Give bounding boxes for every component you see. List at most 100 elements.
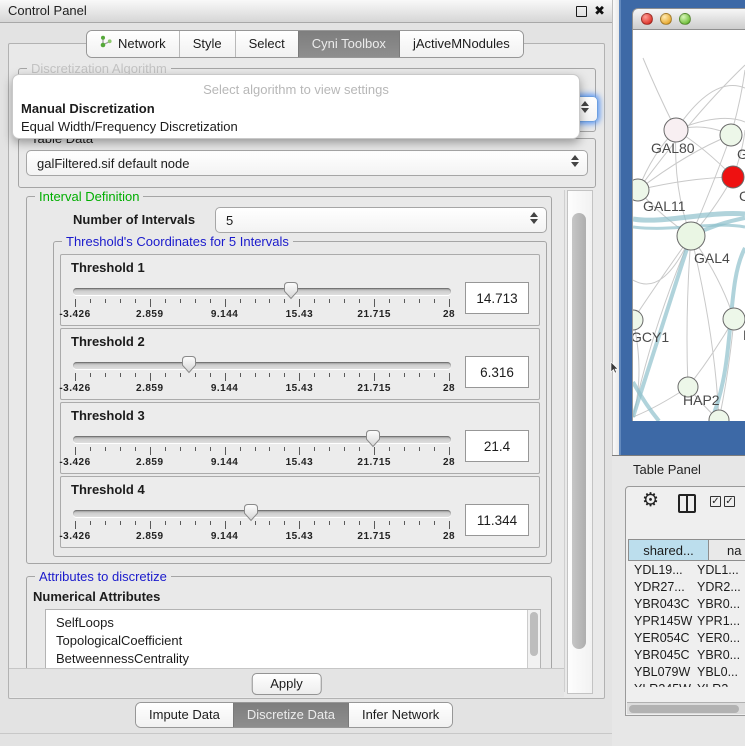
threshold-value-input[interactable]: 21.4 bbox=[465, 430, 529, 462]
columns-icon[interactable] bbox=[678, 494, 696, 513]
slider-tick bbox=[255, 521, 256, 525]
scrollbar-thumb[interactable] bbox=[530, 612, 538, 656]
network-node[interactable] bbox=[677, 222, 705, 250]
tab-discretize-data[interactable]: Discretize Data bbox=[233, 703, 348, 727]
slider-tick bbox=[75, 373, 76, 381]
cell-shared-name: YBR043C bbox=[628, 596, 697, 613]
network-node[interactable] bbox=[664, 118, 688, 142]
table-row[interactable]: YBL079W YBL0... bbox=[628, 664, 745, 681]
slider-thumb[interactable] bbox=[283, 281, 299, 300]
slider-tick bbox=[210, 521, 211, 525]
network-node[interactable] bbox=[723, 308, 745, 330]
tab-impute-data[interactable]: Impute Data bbox=[136, 703, 233, 727]
network-window-titlebar[interactable] bbox=[632, 8, 745, 30]
checkbox-icon[interactable]: ✓ bbox=[710, 496, 721, 507]
close-traffic-light[interactable] bbox=[641, 13, 653, 25]
table-row[interactable]: YLR345W YLR3... bbox=[628, 681, 745, 687]
axis-tick-label: 21.715 bbox=[357, 309, 391, 320]
slider-track[interactable] bbox=[73, 436, 451, 443]
zoom-traffic-light[interactable] bbox=[679, 13, 691, 25]
slider-tick bbox=[120, 373, 121, 377]
slider-tick bbox=[434, 521, 435, 525]
tab-cyni-toolbox[interactable]: Cyni Toolbox bbox=[298, 31, 399, 57]
table-row[interactable]: YDR27... YDR2... bbox=[628, 579, 745, 596]
network-node[interactable] bbox=[720, 124, 742, 146]
tab-style[interactable]: Style bbox=[179, 31, 235, 57]
column-header-shared-name[interactable]: shared... bbox=[628, 539, 709, 561]
slider-tick bbox=[240, 521, 241, 525]
slider-tick bbox=[255, 447, 256, 451]
tab-infer-network[interactable]: Infer Network bbox=[348, 703, 452, 727]
scrollbar-thumb[interactable] bbox=[572, 213, 586, 649]
table-row[interactable]: YBR045C YBR0... bbox=[628, 647, 745, 664]
threshold-slider[interactable]: -3.4262.8599.14415.4321.71528 bbox=[71, 280, 453, 324]
close-icon[interactable]: ✖ bbox=[594, 2, 605, 20]
axis-tick-label: -3.426 bbox=[59, 457, 90, 468]
node-label: GAL11 bbox=[643, 198, 686, 214]
combo-value: 5 bbox=[226, 213, 233, 228]
slider-tick bbox=[225, 373, 226, 381]
float-window-icon[interactable] bbox=[576, 6, 587, 17]
tab-network[interactable]: Network bbox=[87, 31, 179, 57]
table-row[interactable]: YPR145W YPR1... bbox=[628, 613, 745, 630]
slider-track[interactable] bbox=[73, 362, 451, 369]
slider-tick bbox=[180, 447, 181, 451]
table-horizontal-scrollbar[interactable] bbox=[627, 702, 745, 714]
table-row[interactable]: YDL19... YDL1... bbox=[628, 562, 745, 579]
axis-tick-label: 28 bbox=[443, 457, 455, 468]
slider-tick bbox=[344, 447, 345, 451]
slider-tick bbox=[180, 299, 181, 303]
network-node[interactable] bbox=[709, 410, 729, 421]
table-data-combo[interactable]: galFiltered.sif default node bbox=[26, 150, 588, 176]
table-row[interactable]: YER054C YER0... bbox=[628, 630, 745, 647]
slider-thumb[interactable] bbox=[181, 355, 197, 374]
node-table: ⚙ ✓ ✓ shared... na YDL19... YDL1...YDR27… bbox=[625, 486, 745, 716]
table-row[interactable]: YBR043C YBR0... bbox=[628, 596, 745, 613]
slider-tick bbox=[105, 299, 106, 303]
tab-label: Style bbox=[193, 31, 222, 57]
slider-tick bbox=[284, 373, 285, 377]
scrollbar-thumb[interactable] bbox=[629, 705, 739, 713]
attribute-list-item[interactable]: SelfLoops bbox=[46, 614, 540, 632]
slider-tick bbox=[419, 373, 420, 377]
tab-label: Infer Network bbox=[362, 703, 439, 727]
list-vertical-scrollbar[interactable] bbox=[527, 610, 540, 672]
tab-jactivemnodules[interactable]: jActiveMNodules bbox=[399, 31, 523, 57]
threshold-slider[interactable]: -3.4262.8599.14415.4321.71528 bbox=[71, 428, 453, 472]
slider-track[interactable] bbox=[73, 510, 451, 517]
column-header-name[interactable]: na bbox=[709, 539, 745, 561]
tab-select[interactable]: Select bbox=[235, 31, 298, 57]
apply-button[interactable]: Apply bbox=[251, 673, 322, 695]
slider-tick bbox=[240, 447, 241, 451]
network-canvas[interactable]: GAL80GALCGAL11GAL4GCY1HHAP2 bbox=[632, 30, 745, 421]
slider-tick bbox=[75, 521, 76, 529]
attribute-list-item[interactable]: BetweennessCentrality bbox=[46, 650, 540, 668]
threshold-slider[interactable]: -3.4262.8599.14415.4321.71528 bbox=[71, 354, 453, 398]
num-intervals-combo[interactable]: 5 bbox=[215, 207, 547, 233]
threshold-value-input[interactable]: 11.344 bbox=[465, 504, 529, 536]
gear-icon[interactable]: ⚙ bbox=[642, 489, 659, 512]
slider-track[interactable] bbox=[73, 288, 451, 295]
slider-tick bbox=[210, 447, 211, 451]
axis-tick-label: 2.859 bbox=[136, 531, 164, 542]
minimize-traffic-light[interactable] bbox=[660, 13, 672, 25]
slider-tick bbox=[195, 521, 196, 525]
slider-thumb[interactable] bbox=[243, 503, 259, 522]
network-node[interactable] bbox=[633, 310, 643, 330]
panel-vertical-scrollbar[interactable] bbox=[567, 190, 593, 694]
checkbox-icon[interactable]: ✓ bbox=[724, 496, 735, 507]
dropdown-option-manual[interactable]: Manual Discretization bbox=[18, 100, 574, 117]
slider-tick bbox=[75, 299, 76, 307]
slider-tick bbox=[284, 299, 285, 303]
threshold-slider[interactable]: -3.4262.8599.14415.4321.71528 bbox=[71, 502, 453, 546]
threshold-value-input[interactable]: 14.713 bbox=[465, 282, 529, 314]
slider-tick bbox=[225, 521, 226, 529]
slider-tick bbox=[404, 373, 405, 377]
network-node[interactable] bbox=[722, 166, 744, 188]
attribute-list-item[interactable]: TopologicalCoefficient bbox=[46, 632, 540, 650]
slider-tick bbox=[449, 299, 450, 307]
threshold-value-input[interactable]: 6.316 bbox=[465, 356, 529, 388]
dropdown-option-equal-width[interactable]: Equal Width/Frequency Discretization bbox=[18, 118, 574, 135]
numerical-attributes-list[interactable]: SelfLoopsTopologicalCoefficientBetweenne… bbox=[45, 609, 541, 673]
slider-thumb[interactable] bbox=[365, 429, 381, 448]
